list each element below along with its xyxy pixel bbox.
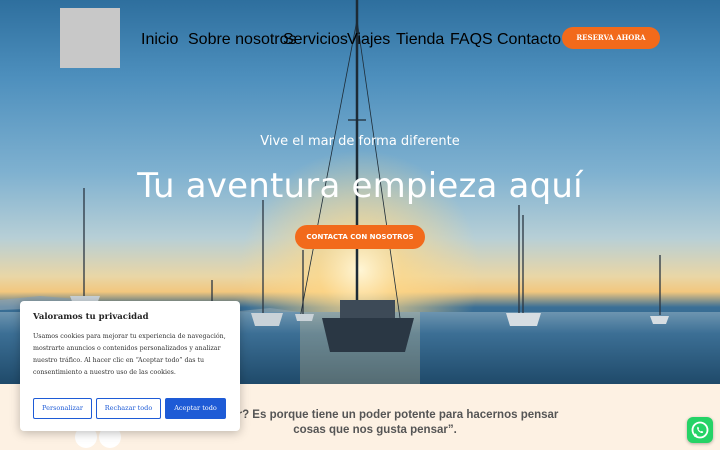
contacta-button[interactable]: CONTACTA CON NOSOTROS [295,225,425,249]
accept-cookies-button[interactable]: Aceptar todo [165,398,226,419]
nav-item-servicios[interactable]: Servicios [283,31,348,49]
hero-headline: Tu aventura empieza aquí [137,166,583,206]
nav-item-sobre-nosotros[interactable]: Sobre nosotros [188,31,297,49]
cookie-title: Valoramos tu privacidad [33,312,149,322]
reserva-ahora-button[interactable]: RESERVA AHORA [562,27,660,49]
reject-cookies-button[interactable]: Rechazar todo [96,398,161,419]
whatsapp-icon [691,421,709,439]
nav-item-viajes[interactable]: Viajes [347,31,390,49]
cookie-buttons: Personalizar Rechazar todo Aceptar todo [33,398,226,419]
nav-item-inicio[interactable]: Inicio [141,31,178,49]
quote-text: os el mar? Es porque tiene un poder pote… [191,409,559,436]
customize-cookies-button[interactable]: Personalizar [33,398,92,419]
cookie-body: Usamos cookies para mejorar tu experienc… [33,333,226,376]
nav-item-faqs[interactable]: FAQS [450,31,493,49]
nav-item-tienda[interactable]: Tienda [396,31,444,49]
hero-tagline: Vive el mar de forma diferente [260,134,460,149]
nav-item-contacto[interactable]: Contacto [497,31,561,49]
site-logo[interactable] [60,8,120,68]
whatsapp-button[interactable] [687,417,713,443]
cookie-banner: Valoramos tu privacidad Usamos cookies p… [20,301,240,431]
